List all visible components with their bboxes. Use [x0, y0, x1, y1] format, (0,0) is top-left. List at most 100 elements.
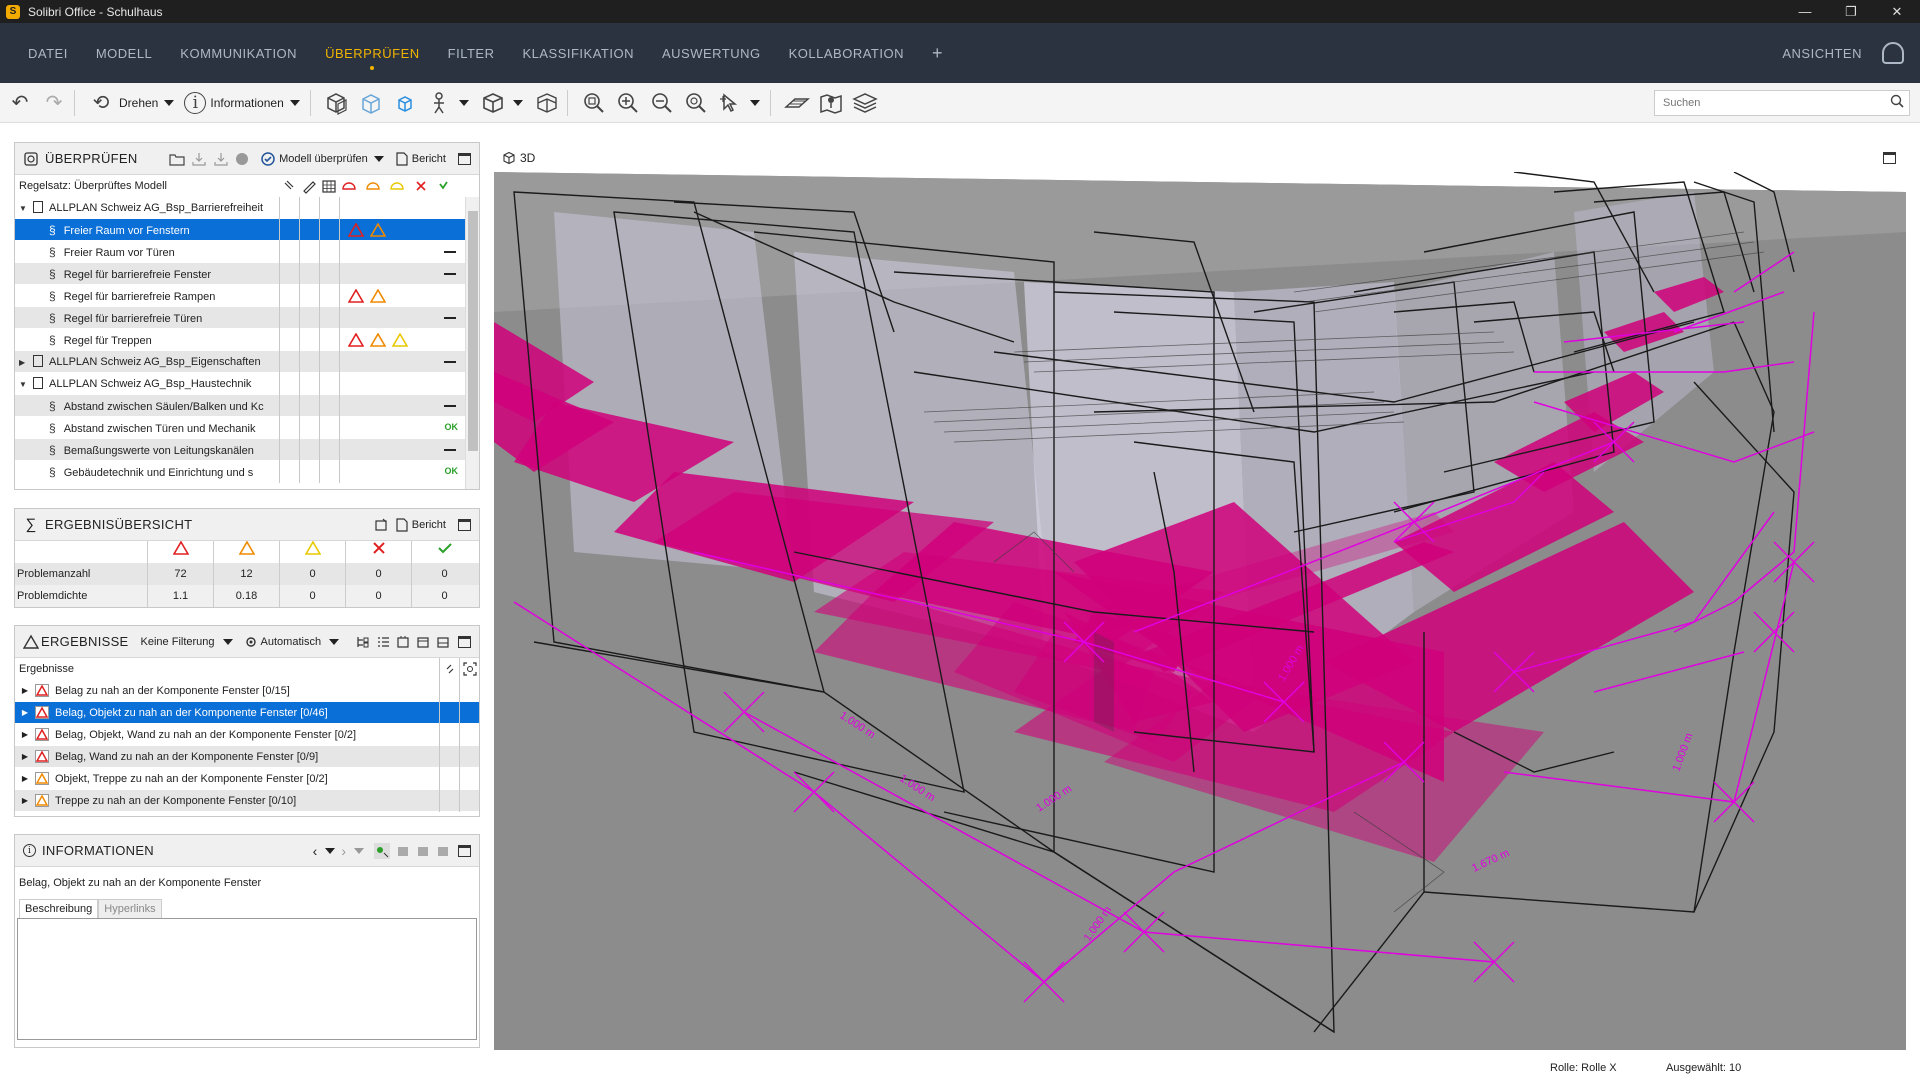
- menu-kommunikation[interactable]: KOMMUNIKATION: [180, 46, 297, 61]
- list-view-icon[interactable]: [376, 635, 390, 649]
- rule-row[interactable]: § Regel für barrierefreie Türen: [15, 306, 466, 329]
- ruleset-row[interactable]: ▼ ALLPLAN Schweiz AG_Bsp_Barrierefreiheit: [15, 196, 466, 219]
- summary-report-label[interactable]: Bericht: [412, 519, 446, 531]
- rule-row[interactable]: § Regel für Treppen: [15, 328, 466, 351]
- forward-dropdown-caret[interactable]: [354, 848, 364, 854]
- rotate-icon[interactable]: ⟲: [87, 89, 115, 117]
- rule-row[interactable]: § Gebäudetechnik und Einrichtung und s OK: [15, 460, 466, 483]
- select-tool-dropdown-caret[interactable]: [749, 99, 760, 106]
- row-expander-icon[interactable]: ▶: [15, 730, 35, 739]
- show-model-icon[interactable]: [323, 89, 351, 117]
- open-folder-icon[interactable]: [169, 152, 185, 166]
- select-tool-icon[interactable]: [716, 89, 744, 117]
- zoom-in-icon[interactable]: [614, 89, 642, 117]
- maximize-summary-icon[interactable]: [458, 519, 471, 531]
- isolate-icon[interactable]: [391, 89, 419, 117]
- row-expander-icon[interactable]: ▶: [15, 774, 35, 783]
- filter-label[interactable]: Keine Filterung: [141, 636, 215, 648]
- rule-row[interactable]: § Abstand zwischen Säulen/Balken und Kc: [15, 394, 466, 417]
- tree-expander-icon[interactable]: ▼: [19, 198, 29, 219]
- tab-beschreibung[interactable]: Beschreibung: [19, 899, 99, 918]
- next-arrow-icon[interactable]: ›: [341, 843, 346, 859]
- rules-scrollbar-thumb[interactable]: [468, 211, 478, 451]
- menu-kollaboration[interactable]: KOLLABORATION: [789, 46, 904, 61]
- maximize-view-icon[interactable]: [1883, 152, 1896, 164]
- tab-hyperlinks[interactable]: Hyperlinks: [98, 899, 162, 918]
- map-pin-icon[interactable]: [817, 89, 845, 117]
- result-row[interactable]: ▶ Objekt, Treppe zu nah an der Komponente…: [15, 768, 479, 790]
- info-icon[interactable]: i: [184, 91, 207, 114]
- section-box-icon[interactable]: [533, 89, 561, 117]
- summary-report-icon[interactable]: [396, 518, 408, 532]
- rule-row[interactable]: § Bemaßungswerte von Leitungskanälen: [15, 438, 466, 461]
- info-slide-remove-icon[interactable]: [436, 844, 450, 858]
- tree-expander-icon[interactable]: ▼: [19, 374, 29, 395]
- report-label[interactable]: Bericht: [412, 153, 446, 165]
- add-tab-button[interactable]: +: [932, 43, 943, 64]
- rules-scrollbar[interactable]: [465, 197, 479, 489]
- check-model-label[interactable]: Modell überprüfen: [279, 153, 368, 165]
- rule-row[interactable]: § Regel für barrierefreie Rampen: [15, 284, 466, 307]
- row-expander-icon[interactable]: ▶: [15, 752, 35, 761]
- row-expander-icon[interactable]: ▶: [15, 686, 35, 695]
- ruleset-row[interactable]: ▼ ALLPLAN Schweiz AG_Bsp_Haustechnik: [15, 372, 466, 395]
- menu-filter[interactable]: FILTER: [448, 46, 495, 61]
- filter-dropdown-caret[interactable]: [222, 638, 233, 645]
- rotate-dropdown-caret[interactable]: [164, 99, 175, 106]
- walk-icon[interactable]: [425, 89, 453, 117]
- info-slide-add-icon[interactable]: [416, 844, 430, 858]
- menu-ansichten[interactable]: ANSICHTEN: [1782, 46, 1862, 61]
- minimize-button[interactable]: —: [1782, 0, 1828, 23]
- export-icon[interactable]: [213, 152, 229, 166]
- import-icon[interactable]: [191, 152, 207, 166]
- walk-dropdown-caret[interactable]: [458, 99, 469, 106]
- menu-datei[interactable]: DATEI: [28, 46, 68, 61]
- search-icon[interactable]: [1890, 94, 1904, 108]
- refresh-summary-icon[interactable]: [374, 518, 388, 532]
- rule-row[interactable]: § Freier Raum vor Türen: [15, 240, 466, 263]
- menu-ueberpruefen[interactable]: ÜBERPRÜFEN: [325, 46, 420, 70]
- slide-add-icon[interactable]: [416, 635, 430, 649]
- auto-dropdown-caret[interactable]: [329, 638, 340, 645]
- info-slide-icon[interactable]: [396, 844, 410, 858]
- view-cube-icon[interactable]: [479, 89, 507, 117]
- result-row[interactable]: ▶ Belag, Wand zu nah an der Komponente Fe…: [15, 746, 479, 768]
- menu-klassifikation[interactable]: KLASSIFIKATION: [522, 46, 634, 61]
- maximize-results-icon[interactable]: [458, 636, 471, 648]
- 3d-viewport[interactable]: 1.000 m 1.000 m 1.000 m 1.000 m 1.000 m …: [494, 172, 1906, 1050]
- description-textarea[interactable]: [17, 918, 477, 1040]
- 3d-scene[interactable]: 1.000 m 1.000 m 1.000 m 1.000 m 1.000 m …: [494, 172, 1906, 1050]
- slide-icon[interactable]: [396, 635, 410, 649]
- menu-auswertung[interactable]: AUSWERTUNG: [662, 46, 761, 61]
- ruleset-row[interactable]: ▶ ALLPLAN Schweiz AG_Bsp_Eigenschaften: [15, 350, 466, 373]
- info-label[interactable]: Informationen: [210, 96, 283, 110]
- transparency-icon[interactable]: [357, 89, 385, 117]
- maximize-info-icon[interactable]: [458, 845, 471, 857]
- auto-label[interactable]: Automatisch: [261, 636, 322, 648]
- zoom-selection-icon[interactable]: [682, 89, 710, 117]
- rule-row[interactable]: § Freier Raum vor Fenstern: [15, 218, 466, 241]
- auto-icon[interactable]: [245, 636, 257, 648]
- result-row[interactable]: ▶ Treppe zu nah an der Komponente Fenster…: [15, 790, 479, 812]
- view-cube-dropdown-caret[interactable]: [512, 99, 523, 106]
- check-model-dropdown-caret[interactable]: [373, 156, 384, 162]
- maximize-panel-icon[interactable]: [458, 153, 471, 165]
- previous-arrow-icon[interactable]: ‹: [313, 843, 318, 859]
- rule-row[interactable]: § Abstand zwischen Türen und Mechanik OK: [15, 416, 466, 439]
- row-expander-icon[interactable]: ▶: [15, 796, 35, 805]
- undo-icon[interactable]: ↶: [6, 89, 34, 117]
- report-icon[interactable]: [396, 152, 408, 166]
- menu-modell[interactable]: MODELL: [96, 46, 152, 61]
- rule-row[interactable]: § Regel für barrierefreie Fenster: [15, 262, 466, 285]
- tree-expander-icon[interactable]: ▶: [19, 352, 29, 373]
- result-row[interactable]: ▶ Belag, Objekt, Wand zu nah an der Kompo…: [15, 724, 479, 746]
- zoom-out-icon[interactable]: [648, 89, 676, 117]
- add-info-icon[interactable]: [374, 843, 390, 859]
- close-button[interactable]: ✕: [1874, 0, 1920, 23]
- search-input[interactable]: [1654, 90, 1910, 116]
- check-model-icon[interactable]: [261, 152, 275, 166]
- layers-icon[interactable]: [851, 89, 879, 117]
- history-dropdown-caret[interactable]: [325, 848, 336, 854]
- tree-view-icon[interactable]: [356, 635, 370, 649]
- home-icon[interactable]: [1882, 42, 1904, 64]
